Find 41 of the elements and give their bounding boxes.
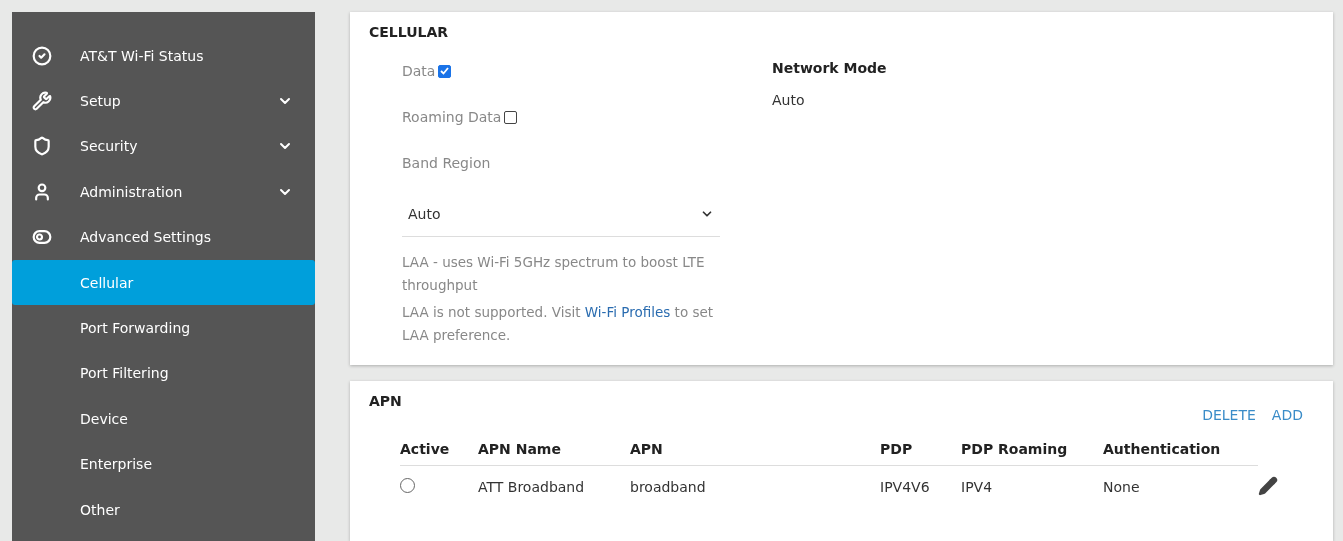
table-cell: broadband bbox=[630, 479, 706, 496]
band-region-select[interactable]: Auto bbox=[402, 192, 720, 237]
sidebar-item[interactable]: Administration bbox=[12, 169, 315, 215]
card-title: CELLULAR bbox=[369, 24, 450, 40]
column-header: PDP Roaming bbox=[961, 433, 1103, 466]
data-checkbox[interactable] bbox=[438, 64, 452, 78]
sidebar-subitem[interactable]: Other bbox=[12, 486, 315, 533]
action-link[interactable]: DELETE bbox=[1202, 407, 1256, 423]
band-region-label: Band Region bbox=[402, 155, 491, 171]
sidebar-subitem[interactable]: Port Filtering bbox=[12, 350, 315, 397]
action-link[interactable]: ADD bbox=[1271, 407, 1303, 423]
network-mode-value: Auto bbox=[772, 92, 806, 108]
column-header: Active bbox=[400, 433, 478, 466]
column-header: Authentication bbox=[1103, 433, 1258, 466]
sidebar-subitem[interactable]: Device bbox=[12, 396, 315, 442]
column-header: PDP bbox=[880, 433, 961, 466]
sidebar-subitem[interactable]: Enterprise bbox=[12, 441, 315, 487]
table-cell: IPV4V6 bbox=[880, 479, 930, 496]
sidebar-subitem[interactable]: Port Forwarding bbox=[12, 305, 315, 351]
network-mode-label: Network Mode bbox=[772, 60, 887, 76]
column-header: APN bbox=[630, 433, 880, 466]
card-title: APN bbox=[369, 393, 403, 409]
column-header: APN Name bbox=[478, 433, 630, 466]
table-cell: IPV4 bbox=[961, 479, 993, 496]
shield-icon bbox=[32, 136, 52, 157]
laa-support-note: LAA is not supported. Visit Wi-Fi Profiles to set LAA preference. bbox=[402, 303, 715, 345]
sidebar-item[interactable]: Advanced Settings bbox=[12, 214, 315, 260]
data-label: Data bbox=[402, 63, 436, 79]
user-icon bbox=[32, 181, 52, 202]
active-radio[interactable] bbox=[400, 478, 415, 494]
table-cell: ATT Broadband bbox=[478, 479, 585, 496]
sidebar-item[interactable]: Security bbox=[12, 123, 315, 170]
wrench-icon bbox=[32, 91, 52, 112]
roaming-data-checkbox[interactable] bbox=[504, 110, 518, 124]
table-cell: None bbox=[1103, 479, 1140, 496]
check-circle-icon bbox=[32, 45, 52, 66]
sidebar-item[interactable]: Setup bbox=[12, 78, 315, 124]
sidebar-item[interactable]: AT&T Wi-Fi Status bbox=[12, 33, 315, 79]
wifi-profiles-link[interactable]: Wi-Fi Profiles bbox=[584, 304, 671, 320]
roaming-data-label: Roaming Data bbox=[402, 109, 502, 125]
edit-icon[interactable] bbox=[1258, 475, 1278, 496]
